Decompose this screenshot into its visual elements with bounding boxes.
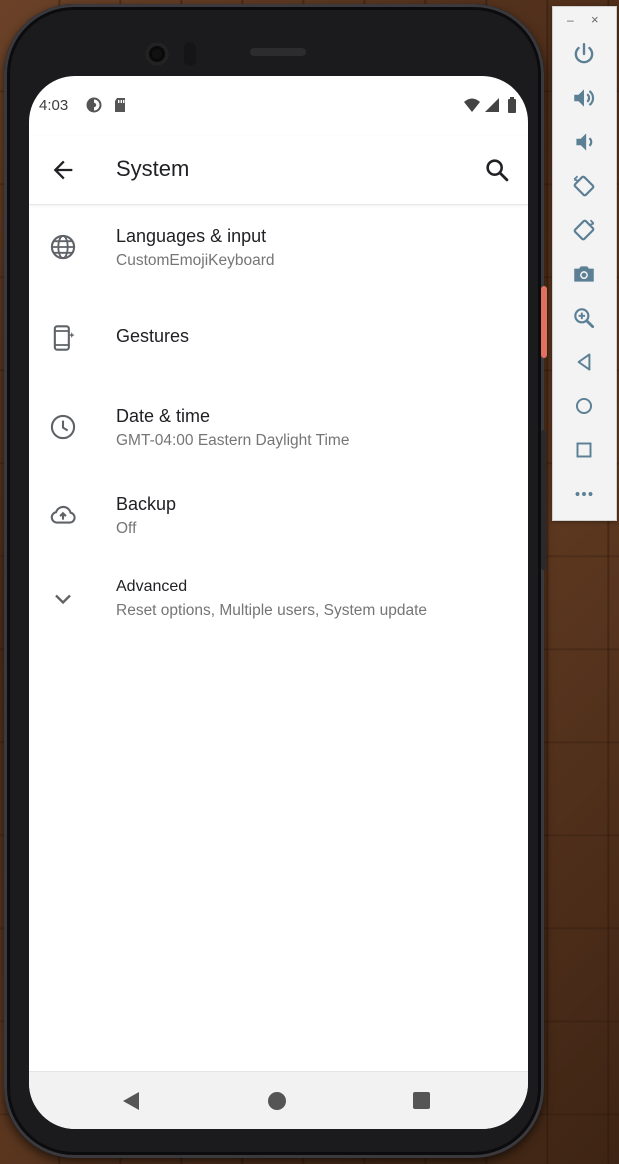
item-label: Advanced <box>116 578 188 595</box>
camera-icon[interactable] <box>571 261 597 287</box>
cloud-upload-icon <box>50 505 76 524</box>
settings-item-gestures[interactable]: Gestures <box>29 293 528 381</box>
search-icon[interactable] <box>483 156 511 184</box>
nav-back-icon[interactable] <box>123 1092 139 1110</box>
cellular-signal-icon <box>485 98 499 112</box>
item-summary: Reset options, Multiple users, System up… <box>116 602 428 619</box>
overview-icon[interactable] <box>571 437 597 463</box>
volume-up-icon[interactable] <box>571 85 597 111</box>
rotate-right-icon[interactable] <box>571 217 597 243</box>
emulator-toolbar: – × <box>552 6 617 521</box>
settings-item-advanced[interactable]: Advanced Reset options, Multiple users, … <box>29 557 528 645</box>
device-screen: 4:03 System Languages & input CustomEmoj… <box>29 76 528 1129</box>
item-summary: GMT-04:00 Eastern Daylight Time <box>116 432 350 449</box>
minimize-button[interactable]: – <box>567 13 574 27</box>
status-time: 4:03 <box>39 97 69 114</box>
app-bar: System <box>29 136 528 205</box>
settings-item-languages-input[interactable]: Languages & input CustomEmojiKeyboard <box>29 205 528 293</box>
rotate-left-icon[interactable] <box>571 173 597 199</box>
status-bar: 4:03 <box>29 76 528 136</box>
wifi-icon <box>464 98 480 112</box>
settings-list: Languages & input CustomEmojiKeyboard Ge… <box>29 205 528 645</box>
item-summary: CustomEmojiKeyboard <box>116 252 275 269</box>
battery-icon <box>508 97 516 113</box>
page-title: System <box>116 156 190 181</box>
settings-item-backup[interactable]: Backup Off <box>29 469 528 557</box>
item-label: Backup <box>116 494 177 514</box>
phone-frame: 4:03 System Languages & input CustomEmoj… <box>4 4 544 1158</box>
clock-icon <box>50 414 76 440</box>
nav-overview-icon[interactable] <box>413 1092 430 1109</box>
data-saver-icon <box>86 97 102 113</box>
volume-down-icon[interactable] <box>571 129 597 155</box>
zoom-icon[interactable] <box>571 305 597 331</box>
item-summary: Off <box>116 520 137 537</box>
item-label: Gestures <box>116 326 190 346</box>
item-label: Date & time <box>116 406 211 426</box>
phone-volume-key <box>541 430 546 570</box>
power-icon[interactable] <box>571 41 597 67</box>
nav-home-icon[interactable] <box>268 1092 286 1110</box>
gestures-phone-icon <box>53 325 75 351</box>
more-icon[interactable] <box>571 481 597 507</box>
front-camera <box>145 42 169 66</box>
navigation-bar <box>29 1071 528 1129</box>
phone-power-key <box>541 286 547 358</box>
home-icon[interactable] <box>571 393 597 419</box>
globe-icon <box>50 234 76 260</box>
proximity-sensor <box>184 42 196 66</box>
item-label: Languages & input <box>116 226 267 246</box>
sd-card-icon <box>115 98 125 112</box>
back-arrow-icon[interactable] <box>49 156 77 184</box>
back-icon[interactable] <box>571 349 597 375</box>
chevron-down-icon <box>55 594 71 605</box>
close-button[interactable]: × <box>591 12 599 27</box>
earpiece-speaker <box>250 48 306 56</box>
settings-item-date-time[interactable]: Date & time GMT-04:00 Eastern Daylight T… <box>29 381 528 469</box>
